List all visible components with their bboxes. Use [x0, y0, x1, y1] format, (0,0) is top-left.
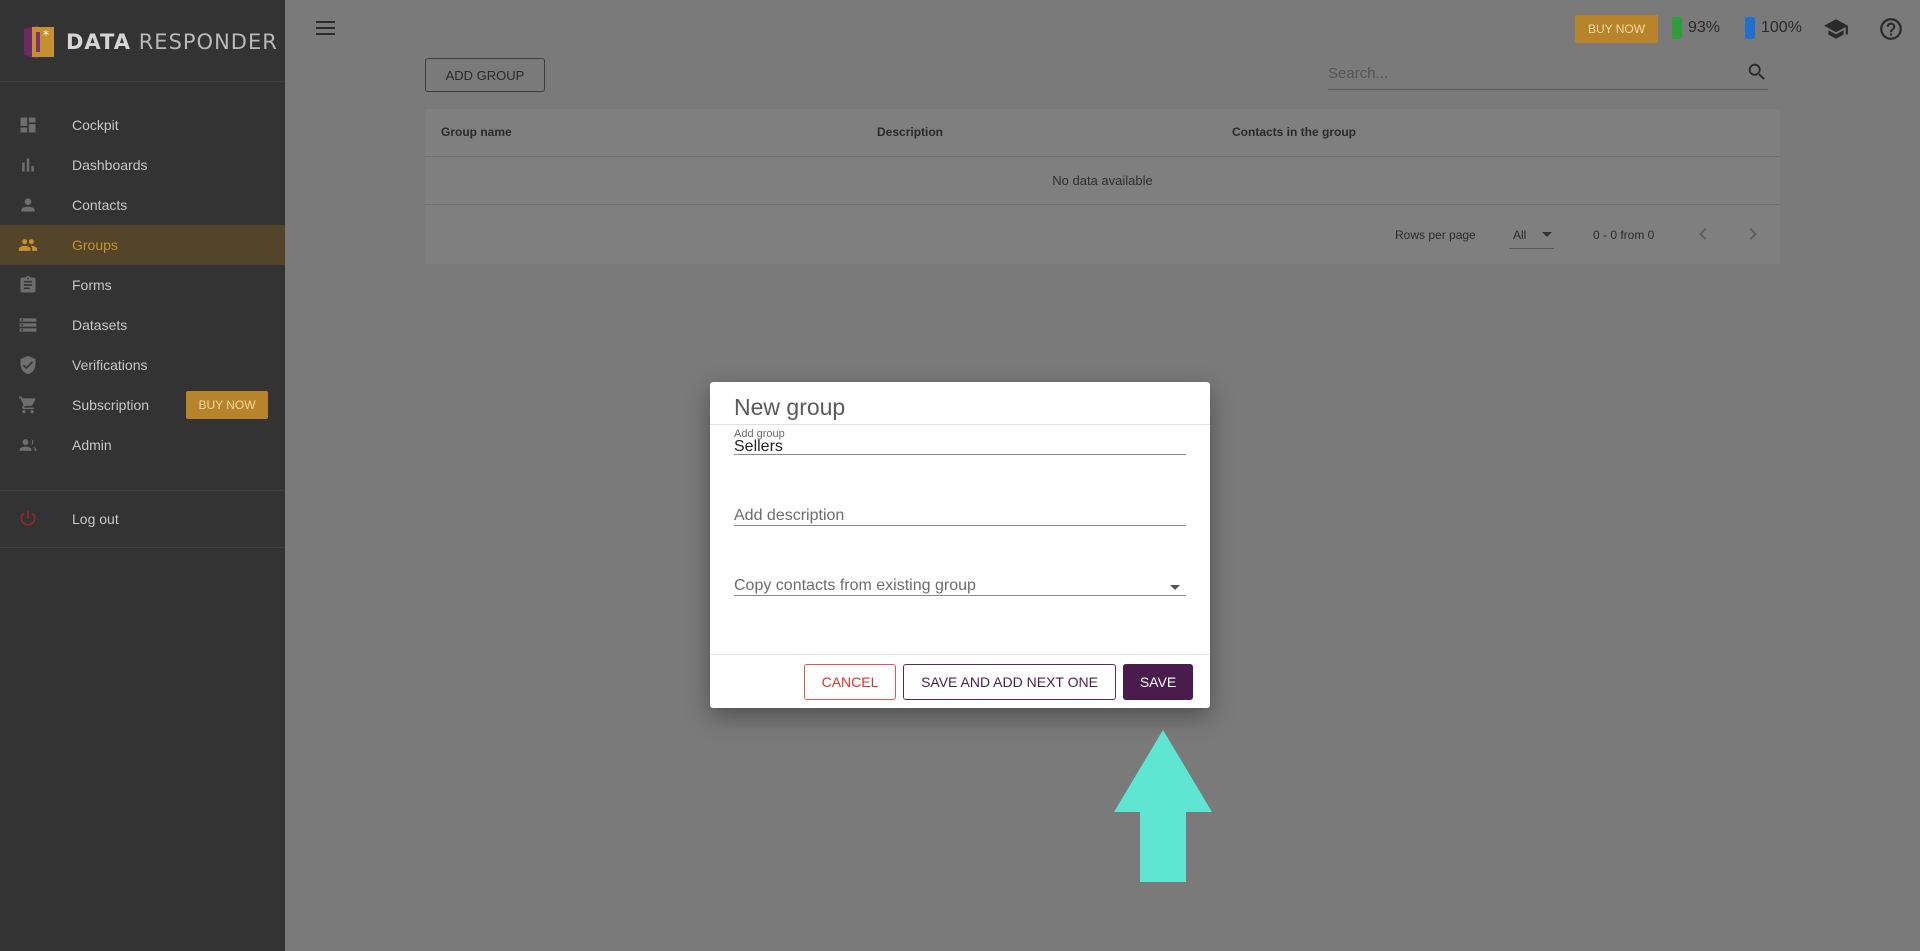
sidebar-item-verifications[interactable]: Verifications [0, 345, 285, 385]
topbar-buy-now-button[interactable]: BUY NOW [1575, 15, 1658, 43]
battery-blue-icon [1745, 17, 1755, 39]
sidebar-item-logout[interactable]: Log out [0, 499, 285, 539]
sidebar-item-label: Cockpit [72, 117, 119, 133]
save-and-add-next-button[interactable]: SAVE AND ADD NEXT ONE [903, 664, 1116, 700]
prev-page-button[interactable] [1691, 222, 1715, 246]
add-group-button[interactable]: ADD GROUP [425, 58, 545, 92]
copy-contacts-placeholder: Copy contacts from existing group [734, 577, 976, 594]
sidebar-item-subscription[interactable]: Subscription BUY NOW [0, 385, 285, 425]
rows-per-page-label: Rows per page [1395, 228, 1476, 242]
credits-blue-indicator: 100% [1745, 17, 1802, 39]
description-field[interactable]: Add description [734, 507, 1186, 526]
menu-toggle-button[interactable] [315, 18, 337, 38]
sidebar-item-label: Contacts [72, 197, 128, 213]
copy-contacts-select[interactable]: Copy contacts from existing group [734, 577, 1186, 596]
sidebar-item-cockpit[interactable]: Cockpit [0, 105, 285, 145]
sidebar-item-label: Dashboards [72, 157, 148, 173]
brand-logo[interactable]: * DATA RESPONDER [20, 22, 278, 62]
sidebar-item-forms[interactable]: Forms [0, 265, 285, 305]
chevron-down-icon [1170, 585, 1180, 590]
power-icon [18, 508, 38, 531]
sidebar-divider [0, 490, 285, 491]
tutorial-arrow-icon [1114, 730, 1212, 882]
rows-per-page-value: All [1513, 228, 1527, 242]
dashboard-icon [18, 115, 38, 135]
column-header-contacts[interactable]: Contacts in the group [1232, 125, 1356, 139]
sidebar-nav: Cockpit Dashboards Contacts Groups Forms… [0, 105, 285, 465]
bar-chart-icon [18, 155, 38, 175]
table-divider [425, 204, 1780, 205]
clipboard-icon [18, 275, 38, 295]
search-icon[interactable] [1746, 61, 1768, 83]
credits-green-value: 93% [1688, 19, 1721, 36]
brand-logo-icon: * [20, 23, 58, 61]
sidebar-item-dashboards[interactable]: Dashboards [0, 145, 285, 185]
save-button[interactable]: SAVE [1123, 664, 1193, 700]
help-circle-icon [1880, 18, 1902, 40]
sidebar-divider [0, 81, 285, 82]
credits-blue-value: 100% [1761, 19, 1802, 36]
sidebar-item-label: Groups [72, 237, 118, 253]
cancel-button[interactable]: CANCEL [804, 664, 896, 700]
sidebar-buy-now-button[interactable]: BUY NOW [186, 391, 268, 419]
chevron-right-icon [1749, 228, 1757, 240]
group-name-field[interactable]: Add group Sellers [734, 428, 1186, 455]
next-page-button[interactable] [1741, 222, 1765, 246]
people-icon [18, 235, 38, 255]
chevron-left-icon [1699, 228, 1707, 240]
battery-green-icon [1672, 17, 1682, 39]
shield-check-icon [18, 355, 38, 375]
column-header-group-name[interactable]: Group name [441, 125, 512, 139]
groups-table: Group name Description Contacts in the g… [425, 109, 1780, 264]
dialog-divider [710, 654, 1210, 655]
cart-icon [18, 395, 38, 415]
dialog-divider [710, 424, 1210, 425]
sidebar-item-label: Verifications [72, 357, 148, 373]
credits-green-indicator: 93% [1672, 17, 1720, 39]
admin-people-icon [18, 435, 38, 455]
dialog-title: New group [734, 394, 846, 420]
sidebar-divider [0, 547, 285, 548]
svg-text:*: * [43, 28, 49, 42]
description-input[interactable]: Add description [734, 507, 844, 525]
sidebar-item-admin[interactable]: Admin [0, 425, 285, 465]
logout-label: Log out [72, 511, 119, 527]
pagination-range: 0 - 0 from 0 [1593, 228, 1655, 242]
table-divider [425, 156, 1780, 157]
group-name-value[interactable]: Sellers [734, 438, 783, 456]
person-icon [18, 195, 38, 215]
search-input[interactable] [1328, 58, 1728, 88]
help-button[interactable] [1878, 16, 1904, 42]
new-group-dialog: New group Add group Sellers Add descript… [710, 382, 1210, 708]
list-icon [18, 315, 38, 335]
tutorial-button[interactable] [1823, 16, 1849, 42]
sidebar-item-label: Datasets [72, 317, 128, 333]
empty-table-message: No data available [1052, 173, 1153, 188]
sidebar-item-label: Forms [72, 277, 112, 293]
rows-per-page-select[interactable]: All [1509, 219, 1554, 249]
hamburger-icon [316, 21, 335, 35]
sidebar-item-groups[interactable]: Groups [0, 225, 285, 265]
sidebar-item-label: Subscription [72, 397, 150, 413]
sidebar-item-label: Admin [72, 437, 112, 453]
sidebar: * DATA RESPONDER Cockpit Dashboards Cont… [0, 0, 285, 951]
sidebar-item-contacts[interactable]: Contacts [0, 185, 285, 225]
column-header-description[interactable]: Description [877, 125, 943, 139]
brand-name: DATA RESPONDER [66, 30, 278, 54]
chevron-down-icon [1542, 232, 1552, 237]
search-field [1328, 58, 1768, 90]
sidebar-item-datasets[interactable]: Datasets [0, 305, 285, 345]
graduation-cap-icon [1824, 19, 1848, 39]
